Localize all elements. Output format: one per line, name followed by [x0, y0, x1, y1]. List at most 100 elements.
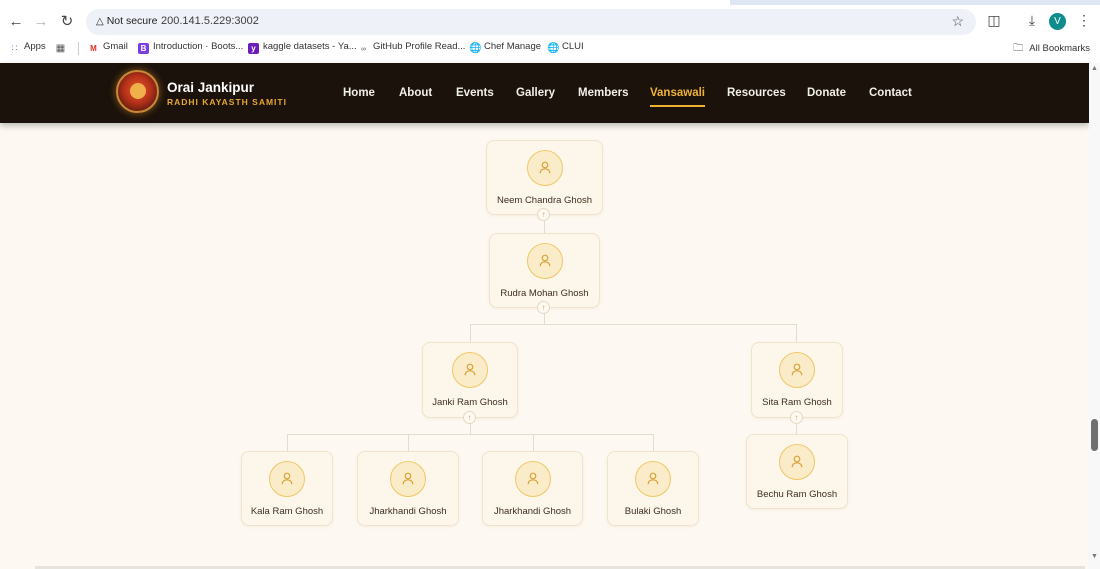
- person-name: Jharkhandi Ghosh: [493, 506, 572, 517]
- menu-members[interactable]: Members: [578, 87, 629, 99]
- menu-vansawali-label: Vansawali: [650, 87, 705, 99]
- scroll-up-arrow-icon[interactable]: ▲: [1091, 65, 1098, 72]
- bookmark-star-icon[interactable]: ☆: [951, 13, 964, 30]
- tab-grid-icon[interactable]: ▦: [55, 41, 70, 54]
- bookmark-kaggle[interactable]: y kaggle datasets - Ya...: [248, 41, 357, 54]
- vansawali-tree: Neem Chandra Ghosh ↑ Rudra Mohan Ghosh ↑…: [0, 123, 1089, 569]
- expand-parent-icon[interactable]: ↑: [790, 411, 803, 424]
- bookmark-label: Chef Manage: [484, 41, 542, 52]
- expand-parent-icon[interactable]: ↑: [463, 411, 476, 424]
- person-card[interactable]: Jharkhandi Ghosh: [357, 451, 459, 526]
- reload-icon[interactable]: ↻: [57, 12, 77, 32]
- person-card[interactable]: Bechu Ram Ghosh: [746, 434, 848, 509]
- connector-line: [470, 324, 471, 342]
- active-tab[interactable]: [0, 0, 730, 5]
- person-card[interactable]: Bulaki Ghosh: [607, 451, 699, 526]
- person-icon: [390, 461, 426, 497]
- person-card[interactable]: Rudra Mohan Ghosh: [489, 233, 600, 308]
- expand-parent-icon[interactable]: ↑: [537, 208, 550, 221]
- back-arrow-icon[interactable]: ←: [6, 12, 26, 32]
- main-menu: Home About Events Gallery Members Vansaw…: [0, 87, 1089, 107]
- person-icon: [269, 461, 305, 497]
- bookmark-label: Introduction · Boots...: [153, 41, 244, 52]
- person-name: Bechu Ram Ghosh: [756, 489, 838, 500]
- connector-line: [287, 434, 654, 435]
- connector-line: [653, 434, 654, 451]
- profile-avatar[interactable]: V: [1049, 13, 1066, 30]
- security-label: Not secure: [106, 15, 158, 27]
- person-icon: [779, 352, 815, 388]
- person-icon: [527, 243, 563, 279]
- url-text[interactable]: 200.141.5.229:3002: [161, 15, 259, 27]
- bookmark-label: kaggle datasets - Ya...: [263, 41, 357, 52]
- connector-line: [408, 434, 409, 451]
- bookmark-gmail[interactable]: M Gmail: [88, 41, 128, 54]
- bookmark-label: CLUI: [562, 41, 584, 52]
- bookmark-chef[interactable]: 🌐 Chef Manage: [469, 41, 541, 54]
- address-bar[interactable]: △ Not secure 200.141.5.229:3002 ☆: [86, 9, 976, 35]
- vertical-scrollbar[interactable]: ▲ ▼: [1089, 63, 1100, 569]
- bookmark-bootstrap[interactable]: B Introduction · Boots...: [138, 41, 243, 54]
- warning-triangle-icon: △: [96, 16, 104, 27]
- person-card[interactable]: Janki Ram Ghosh: [422, 342, 518, 418]
- kebab-menu-icon[interactable]: ⋮: [1074, 12, 1094, 29]
- bookmark-divider: [78, 42, 79, 55]
- person-icon: [527, 150, 563, 186]
- menu-vansawali[interactable]: Vansawali: [650, 87, 705, 107]
- security-indicator[interactable]: △ Not secure: [96, 15, 157, 27]
- connector-line: [287, 434, 288, 451]
- grid-icon: ▦: [55, 43, 66, 54]
- bookmark-label: Apps: [24, 41, 46, 52]
- bookmark-apps[interactable]: ∷ Apps: [9, 41, 46, 54]
- person-name: Bulaki Ghosh: [624, 506, 682, 517]
- tab-strip: [0, 0, 1100, 5]
- person-name: Rudra Mohan Ghosh: [500, 288, 589, 299]
- browser-chrome: ← → ↻ △ Not secure 200.141.5.229:3002 ☆ ◫…: [0, 0, 1100, 63]
- bookmark-github[interactable]: ∞ GitHub Profile Read...: [358, 41, 465, 55]
- menu-gallery[interactable]: Gallery: [516, 87, 555, 99]
- bootstrap-icon: B: [138, 43, 149, 54]
- bookmarks-bar: ∷ Apps ▦ M Gmail B Introduction · Boots... …: [0, 40, 1100, 58]
- person-card[interactable]: Kala Ram Ghosh: [241, 451, 333, 526]
- menu-donate[interactable]: Donate: [807, 87, 846, 99]
- person-name: Kala Ram Ghosh: [250, 506, 324, 517]
- bookmark-clui[interactable]: 🌐 CLUI: [547, 41, 584, 54]
- gmail-icon: M: [90, 44, 97, 53]
- person-icon: [452, 352, 488, 388]
- site-navbar: Orai Jankipur RADHI KAYASTH SAMITI Home …: [0, 63, 1089, 123]
- person-card[interactable]: Jharkhandi Ghosh: [482, 451, 583, 526]
- readme-icon: ∞: [361, 46, 366, 53]
- extensions-puzzle-icon[interactable]: ◫: [984, 12, 1004, 29]
- apps-grid-icon: ∷: [11, 43, 18, 53]
- active-underline: [650, 105, 705, 107]
- download-icon[interactable]: ⤓: [1022, 12, 1042, 29]
- menu-resources[interactable]: Resources: [727, 87, 786, 99]
- address-row: ← → ↻ △ Not secure 200.141.5.229:3002 ☆ ◫…: [0, 8, 1100, 36]
- bookmark-label: Gmail: [103, 41, 128, 52]
- all-bookmarks[interactable]: 🗀 All Bookmarks: [1013, 41, 1090, 58]
- globe-icon: 🌐: [469, 43, 482, 54]
- person-name: Janki Ram Ghosh: [432, 397, 508, 408]
- scroll-down-arrow-icon[interactable]: ▼: [1091, 553, 1098, 560]
- person-icon: [779, 444, 815, 480]
- connector-line: [470, 324, 797, 325]
- person-name: Jharkhandi Ghosh: [369, 506, 447, 517]
- folder-icon: 🗀: [1013, 43, 1024, 54]
- globe-icon: 🌐: [547, 43, 560, 54]
- expand-parent-icon[interactable]: ↑: [537, 301, 550, 314]
- forward-arrow-icon[interactable]: →: [31, 12, 51, 32]
- person-name: Neem Chandra Ghosh: [496, 195, 593, 206]
- person-name: Sita Ram Ghosh: [762, 397, 832, 408]
- connector-line: [796, 324, 797, 342]
- connector-line: [533, 434, 534, 451]
- menu-events[interactable]: Events: [456, 87, 494, 99]
- menu-about[interactable]: About: [399, 87, 432, 99]
- person-card[interactable]: Sita Ram Ghosh: [751, 342, 843, 418]
- person-card[interactable]: Neem Chandra Ghosh: [486, 140, 603, 215]
- person-icon: [635, 461, 671, 497]
- bookmark-label: GitHub Profile Read...: [373, 41, 466, 52]
- menu-contact[interactable]: Contact: [869, 87, 912, 99]
- scroll-thumb[interactable]: [1091, 419, 1098, 451]
- person-icon: [515, 461, 551, 497]
- menu-home[interactable]: Home: [343, 87, 375, 99]
